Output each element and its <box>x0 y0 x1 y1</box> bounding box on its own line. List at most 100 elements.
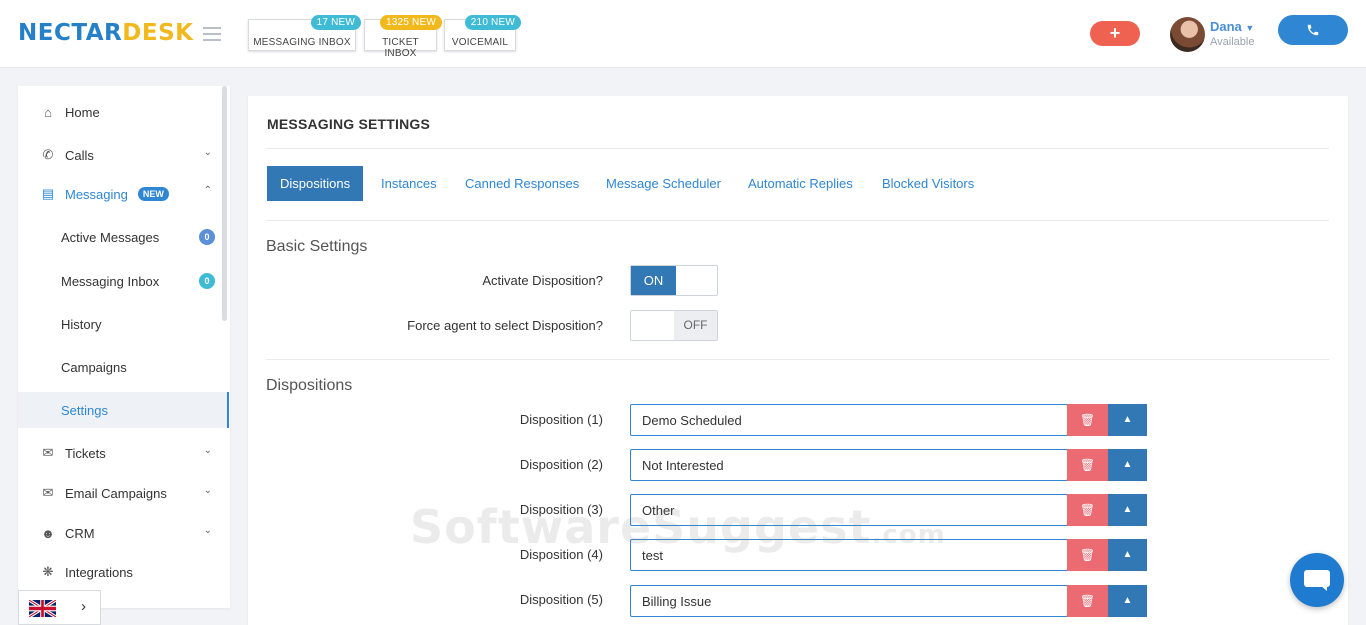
sidebar-item-label: Calls <box>65 147 94 163</box>
sidebar-subitem-history[interactable]: History <box>18 306 230 342</box>
sidebar-item-label: Email Campaigns <box>65 485 167 501</box>
ticket-inbox-badge: 1325 NEW <box>380 15 442 30</box>
add-button[interactable]: + <box>1090 21 1140 46</box>
phone-icon <box>1307 24 1319 36</box>
envelope-icon: ✉ <box>42 445 54 460</box>
sidebar-subitem-label: History <box>61 316 102 332</box>
chat-widget-button[interactable] <box>1290 553 1344 607</box>
trash-icon: 🗑 <box>1079 594 1096 608</box>
disposition-field[interactable] <box>630 449 1068 481</box>
messaging-inbox-badge: 17 NEW <box>310 15 361 30</box>
ticket-inbox-label: TICKET INBOX <box>382 37 419 59</box>
trash-icon: 🗑 <box>1079 548 1096 562</box>
sidebar-subitem-settings[interactable]: Settings <box>18 392 229 428</box>
reorder-disposition-button[interactable]: ▲ <box>1108 404 1147 436</box>
dispositions-heading: Dispositions <box>266 377 353 394</box>
user-status: Available <box>1210 36 1255 48</box>
sidebar-subitem-campaigns[interactable]: Campaigns <box>18 349 230 385</box>
basic-settings-heading: Basic Settings <box>266 238 368 255</box>
reorder-disposition-button[interactable]: ▲ <box>1108 585 1147 617</box>
sidebar-item-messaging[interactable]: ▤ Messaging NEW ⌃ <box>18 179 230 209</box>
chat-bubble-tail <box>1320 585 1327 591</box>
reorder-disposition-button[interactable]: ▲ <box>1108 449 1147 481</box>
activate-disposition-toggle[interactable]: ON <box>630 265 718 296</box>
disposition-field[interactable] <box>630 585 1068 617</box>
sidebar: ⌂ Home ✆ Calls ⌄ ▤ Messaging NEW ⌃ Activ… <box>18 86 230 608</box>
voicemail-badge: 210 NEW <box>464 15 521 30</box>
language-selector[interactable]: › <box>18 590 101 625</box>
disposition-label: Disposition (2) <box>519 457 603 472</box>
uk-flag-icon <box>29 600 56 617</box>
divider <box>266 148 1329 149</box>
call-button[interactable] <box>1278 15 1348 45</box>
force-disposition-toggle[interactable]: OFF <box>630 310 718 341</box>
delete-disposition-button[interactable]: 🗑 <box>1067 539 1108 571</box>
tab-message-scheduler[interactable]: Message Scheduler <box>593 166 734 201</box>
sidebar-subitem-messaging-inbox[interactable]: Messaging Inbox 0 <box>18 263 230 299</box>
envelope-icon: ✉ <box>42 485 54 500</box>
delete-disposition-button[interactable]: 🗑 <box>1067 449 1108 481</box>
sidebar-subitem-label: Campaigns <box>61 359 127 375</box>
sidebar-item-home[interactable]: ⌂ Home <box>18 97 230 127</box>
new-badge: NEW <box>137 187 169 201</box>
sidebar-subitem-label: Settings <box>61 402 108 418</box>
ticket-inbox-button[interactable]: TICKET INBOX 1325 NEW <box>364 15 442 59</box>
chevron-up-icon: ⌃ <box>203 185 212 196</box>
page-title: MESSAGING SETTINGS <box>267 116 431 132</box>
chevron-down-icon: ⌄ <box>203 485 212 496</box>
sidebar-subitem-label: Active Messages <box>61 229 160 245</box>
disposition-label: Disposition (5) <box>519 592 603 607</box>
force-disposition-label: Force agent to select Disposition? <box>407 318 603 333</box>
watermark: SoftwareSuggest.com <box>410 500 946 554</box>
sidebar-item-tickets[interactable]: ✉ Tickets ⌄ <box>18 438 230 468</box>
user-name[interactable]: Dana ▼ <box>1210 19 1254 34</box>
voicemail-button[interactable]: VOICEMAIL 210 NEW <box>444 15 521 51</box>
chat-icon: ▤ <box>41 186 55 201</box>
logo-text-part2: DESK <box>122 20 194 46</box>
hamburger-menu-icon[interactable] <box>203 27 221 41</box>
top-header: NECTARDESK MESSAGING INBOX 17 NEW TICKET… <box>0 0 1366 68</box>
reorder-disposition-button[interactable]: ▲ <box>1108 539 1147 571</box>
chevron-down-icon: ⌄ <box>203 147 212 158</box>
sidebar-item-label: Home <box>65 104 100 120</box>
sidebar-item-email-campaigns[interactable]: ✉ Email Campaigns ⌄ <box>18 478 230 508</box>
count-badge: 0 <box>199 229 215 245</box>
watermark-suffix: .com <box>871 520 946 550</box>
delete-disposition-button[interactable]: 🗑 <box>1067 404 1108 436</box>
avatar[interactable] <box>1170 17 1205 52</box>
sort-icon: ▲ <box>1122 549 1133 560</box>
sort-icon: ▲ <box>1122 595 1133 606</box>
activate-disposition-label: Activate Disposition? <box>482 273 603 288</box>
tab-blocked-visitors[interactable]: Blocked Visitors <box>869 166 987 201</box>
trash-icon: 🗑 <box>1079 458 1096 472</box>
phone-icon: ✆ <box>42 147 54 162</box>
reorder-disposition-button[interactable]: ▲ <box>1108 494 1147 526</box>
home-icon: ⌂ <box>44 104 52 120</box>
voicemail-label: VOICEMAIL <box>451 37 509 48</box>
disposition-field[interactable] <box>630 404 1068 436</box>
sidebar-item-crm[interactable]: ☻ CRM ⌄ <box>18 518 230 548</box>
tab-instances[interactable]: Instances <box>368 166 450 201</box>
count-badge: 0 <box>199 273 215 289</box>
divider <box>266 220 1329 221</box>
chevron-down-icon: ⌄ <box>203 525 212 536</box>
sidebar-item-calls[interactable]: ✆ Calls ⌄ <box>18 140 230 170</box>
chevron-down-icon: ▼ <box>1245 23 1255 33</box>
sidebar-subitem-active-messages[interactable]: Active Messages 0 <box>18 219 230 255</box>
sidebar-scrollbar[interactable] <box>222 86 227 321</box>
sidebar-item-integrations[interactable]: ❋ Integrations <box>18 557 230 587</box>
tab-canned-responses[interactable]: Canned Responses <box>452 166 592 201</box>
toggle-on-label: ON <box>631 266 676 295</box>
nectardesk-logo[interactable]: NECTARDESK <box>18 20 193 46</box>
sidebar-item-label: Tickets <box>65 445 106 461</box>
messaging-inbox-button[interactable]: MESSAGING INBOX 17 NEW <box>248 15 361 51</box>
delete-disposition-button[interactable]: 🗑 <box>1067 494 1108 526</box>
sidebar-item-label: CRM <box>65 525 95 541</box>
chevron-right-icon: › <box>81 598 86 615</box>
tab-dispositions[interactable]: Dispositions <box>267 166 364 201</box>
trash-icon: 🗑 <box>1079 503 1096 517</box>
delete-disposition-button[interactable]: 🗑 <box>1067 585 1108 617</box>
divider <box>266 359 1329 360</box>
logo-text-part1: NECTAR <box>18 20 123 46</box>
tab-automatic-replies[interactable]: Automatic Replies <box>735 166 866 201</box>
